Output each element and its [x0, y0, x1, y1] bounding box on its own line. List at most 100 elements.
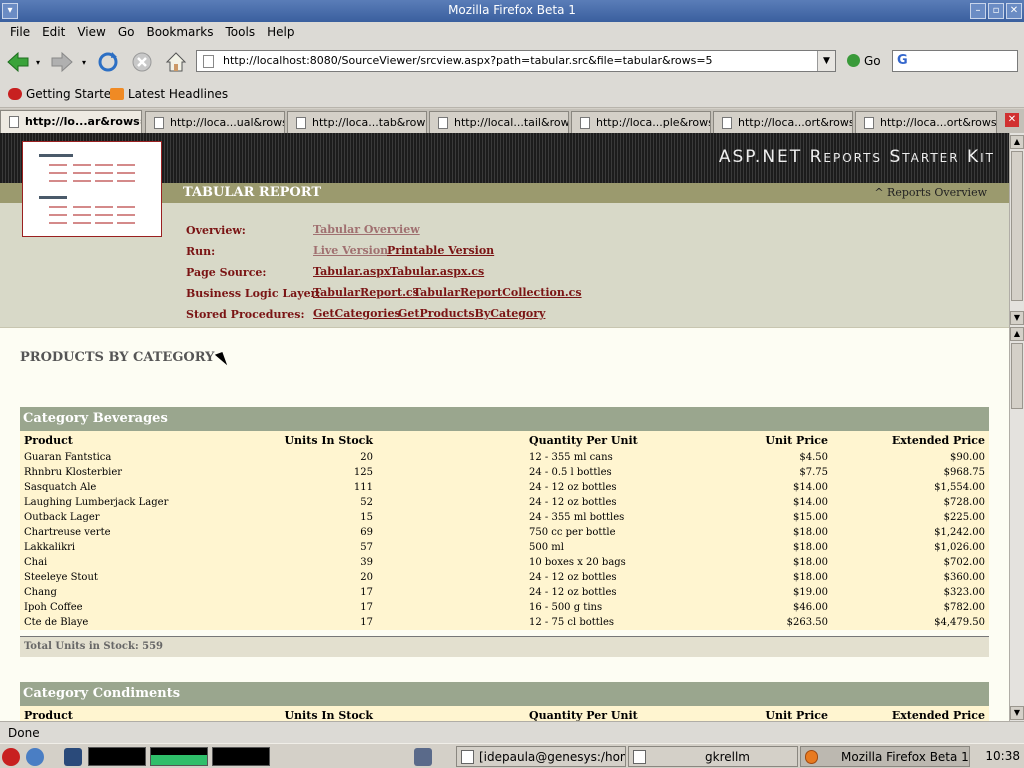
status-bar: Done — [0, 721, 1024, 743]
tab-7[interactable]: http://loca...ort&rows=5 — [855, 111, 997, 133]
tab-4[interactable]: http://local...tail&rows=5 — [429, 111, 569, 133]
tab-3[interactable]: http://loca...tab&rows=5 — [287, 111, 427, 133]
task-terminal[interactable]: [idepaula@genesys:/home/idep — [456, 746, 626, 767]
product-name: Steeleye Stout — [24, 572, 98, 583]
get-categories-link[interactable]: GetCategories — [313, 307, 401, 320]
search-input[interactable]: G — [892, 50, 1018, 72]
status-text: Done — [8, 726, 40, 740]
scroll-thumb[interactable] — [1011, 151, 1023, 301]
column-header: Unit Price — [765, 434, 828, 447]
extended-price: $4,479.50 — [934, 617, 985, 628]
extended-price: $323.00 — [943, 587, 985, 598]
go-icon — [847, 54, 860, 67]
forward-history-icon[interactable]: ▾ — [82, 58, 86, 67]
stored-procedures-label: Stored Procedures: — [186, 308, 305, 321]
menu-bookmarks[interactable]: Bookmarks — [140, 22, 219, 42]
extended-price: $1,026.00 — [934, 542, 985, 553]
content-frame-scrollbar[interactable]: ▲ ▼ — [1009, 327, 1024, 721]
close-window-button[interactable]: ✕ — [1006, 3, 1022, 19]
product-name: Sasquatch Ale — [24, 482, 97, 493]
task-gkrellm[interactable]: gkrellm — [628, 746, 798, 767]
menu-view[interactable]: View — [71, 22, 111, 42]
extended-price: $225.00 — [943, 512, 985, 523]
menu-file[interactable]: File — [4, 22, 36, 42]
table-row: Guaran Fantstica 20 12 - 355 ml cans $4.50 $… — [20, 451, 989, 466]
google-search-icon[interactable]: G — [897, 53, 908, 68]
page-favicon-icon — [203, 55, 214, 68]
maximize-button[interactable]: ▫ — [988, 3, 1004, 19]
section-title: PRODUCTS BY CATEGORY — [20, 350, 215, 365]
tabular-overview-link[interactable]: Tabular Overview — [313, 223, 420, 236]
table-header-row: Product Units In Stock Quantity Per Unit… — [20, 433, 989, 448]
url-dropdown-icon[interactable]: ▼ — [817, 51, 835, 71]
tab-6[interactable]: http://loca...ort&rows=5 — [713, 111, 853, 133]
printable-version-link[interactable]: Printable Version — [387, 244, 494, 257]
units-in-stock: 69 — [360, 527, 373, 538]
stop-icon[interactable] — [130, 50, 154, 74]
redhat-menu-icon[interactable] — [2, 748, 20, 766]
quantity-per-unit: 750 cc per bottle — [529, 527, 616, 538]
tab-bar: http://lo...ar&rows=5 http://loca...ual&… — [0, 109, 1024, 133]
scroll-down-icon[interactable]: ▼ — [1010, 311, 1024, 325]
table-row: Chai 39 10 boxes x 20 bags $18.00 $702.00 — [20, 556, 989, 571]
units-in-stock: 20 — [360, 452, 373, 463]
extended-price: $90.00 — [950, 452, 985, 463]
live-version-link[interactable]: Live Version — [313, 244, 388, 257]
extended-price: $728.00 — [943, 497, 985, 508]
browser-launcher-icon[interactable] — [26, 748, 44, 766]
quantity-per-unit: 24 - 12 oz bottles — [529, 482, 617, 493]
back-history-icon[interactable]: ▾ — [36, 58, 40, 67]
table-row: Steeleye Stout 20 24 - 12 oz bottles $18.00… — [20, 571, 989, 586]
unit-price: $15.00 — [793, 512, 828, 523]
menu-tools[interactable]: Tools — [220, 22, 262, 42]
close-tab-icon[interactable]: ✕ — [1005, 113, 1019, 127]
get-products-by-category-link[interactable]: GetProductsByCategory — [398, 307, 545, 320]
home-icon[interactable] — [164, 50, 188, 74]
extended-price: $360.00 — [943, 572, 985, 583]
product-name: Ipoh Coffee — [24, 602, 83, 613]
column-header: Product — [24, 434, 73, 447]
units-in-stock: 39 — [360, 557, 373, 568]
menu-edit[interactable]: Edit — [36, 22, 71, 42]
report-title: TABULAR REPORT — [183, 185, 321, 200]
reload-icon[interactable] — [96, 50, 120, 74]
bookmark-getting-started[interactable]: Getting Started — [8, 87, 119, 101]
reports-overview-link[interactable]: ^ Reports Overview — [874, 186, 987, 199]
menu-help[interactable]: Help — [261, 22, 300, 42]
unit-price: $263.50 — [786, 617, 828, 628]
scroll-up-icon[interactable]: ▲ — [1010, 135, 1024, 149]
quantity-per-unit: 24 - 12 oz bottles — [529, 572, 617, 583]
table-row: Chang 17 24 - 12 oz bottles $19.00 $323.00 — [20, 586, 989, 601]
tabular-aspx-link[interactable]: Tabular.aspx — [313, 265, 390, 278]
report-thumbnail-logo — [22, 141, 162, 237]
task-firefox[interactable]: Mozilla Firefox Beta 1 — [800, 746, 970, 767]
menu-go[interactable]: Go — [112, 22, 141, 42]
tab-2[interactable]: http://loca...ual&rows=5 — [145, 111, 285, 133]
quantity-per-unit: 500 ml — [529, 542, 564, 553]
units-in-stock: 111 — [353, 482, 373, 493]
scroll-down-icon[interactable]: ▼ — [1010, 706, 1024, 720]
forward-arrow-icon[interactable] — [50, 50, 74, 74]
quantity-per-unit: 24 - 12 oz bottles — [529, 587, 617, 598]
workspace-switcher-icon[interactable] — [414, 748, 432, 766]
bookmark-latest-headlines[interactable]: Latest Headlines — [110, 87, 228, 101]
cpu-graph — [88, 747, 146, 766]
minimize-button[interactable]: – — [970, 3, 986, 19]
bookmarks-toolbar: Getting Started Latest Headlines — [0, 80, 1024, 108]
terminal-launcher-icon[interactable] — [64, 748, 82, 766]
go-button[interactable]: Go — [847, 54, 881, 68]
tabular-report-cs-link[interactable]: TabularReport.cs — [313, 286, 419, 299]
scroll-thumb[interactable] — [1011, 343, 1023, 409]
scroll-up-icon[interactable]: ▲ — [1010, 327, 1024, 341]
tab-5[interactable]: http://loca...ple&rows=5 — [571, 111, 711, 133]
extended-price: $1,554.00 — [934, 482, 985, 493]
business-logic-label: Business Logic Layer: — [186, 287, 321, 300]
tabular-report-collection-link[interactable]: TabularReportCollection.cs — [413, 286, 582, 299]
top-frame-scrollbar[interactable]: ▲ ▼ — [1009, 133, 1024, 327]
tabular-aspx-cs-link[interactable]: Tabular.aspx.cs — [390, 265, 484, 278]
url-text[interactable]: http://localhost:8080/SourceViewer/srcvi… — [223, 54, 713, 67]
tab-1[interactable]: http://lo...ar&rows=5 — [0, 110, 142, 133]
url-bar[interactable]: http://localhost:8080/SourceViewer/srcvi… — [196, 50, 836, 72]
back-arrow-icon[interactable] — [6, 50, 30, 74]
units-in-stock: 57 — [360, 542, 373, 553]
